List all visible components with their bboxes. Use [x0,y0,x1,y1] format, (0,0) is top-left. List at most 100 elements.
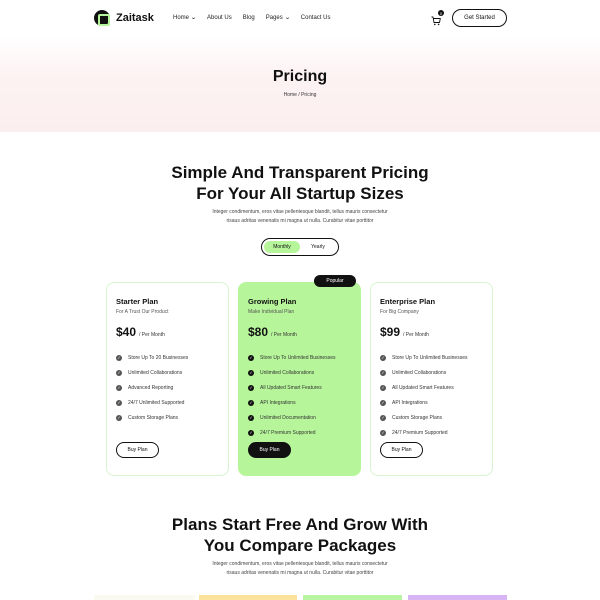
plan-name: Growing Plan [248,297,297,306]
cart-count-badge: 0 [438,10,444,16]
buy-plan-button[interactable]: Buy Plan [248,442,291,458]
feature-item: ✓ All Updated Smart Features [380,380,482,395]
feature-list: ✓ Store Up To Unlimited Businesses ✓ Unlim… [380,350,482,440]
packages-title-line: You Compare Packages [203,536,397,555]
feature-item: ✓ API Integrations [248,395,350,410]
package-column-header [199,595,297,600]
feature-item: ✓ Store Up To Unlimited Businesses [380,350,482,365]
plan-subtitle: For A Trust Our Product [116,309,169,315]
popular-badge: Popular [314,275,356,287]
check-icon: ✓ [248,399,254,406]
check-icon: ✓ [380,399,386,406]
feature-label: All Updated Smart Features [260,384,322,391]
pricing-section-title: Simple And Transparent Pricing For Your … [0,162,600,204]
nav-label: Contact Us [300,14,331,21]
feature-list: ✓ Store Up To 20 Businesses ✓ Unlimited Co… [116,350,218,425]
nav-item-about-us[interactable]: About Us [207,14,232,21]
pricing-desc-line: risaus adritas venenatis mi magna ut nul… [226,218,374,224]
check-icon: ✓ [248,384,254,391]
feature-item: ✓ All Updated Smart Features [248,380,350,395]
buy-plan-button[interactable]: Buy Plan [116,442,159,458]
cart-icon [431,16,441,26]
feature-label: Custom Storage Plans [128,414,179,421]
plan-subtitle: For Big Company [380,309,419,315]
plan-price: $80 [248,325,269,339]
feature-label: 24/7 Premium Supported [392,429,448,436]
feature-label: API Integrations [392,399,428,406]
get-started-button[interactable]: Get Started [452,9,507,27]
cart-button[interactable]: 0 [431,10,444,26]
check-icon: ✓ [248,369,254,376]
nav-item-pages[interactable]: Pages ⌄ [265,14,291,22]
chevron-down-icon: ⌄ [284,15,291,21]
feature-label: Unlimited Documentation [260,414,316,421]
feature-item: ✓ 24/7 Premium Supported [380,425,482,440]
check-icon: ✓ [380,354,386,361]
nav-item-contact-us[interactable]: Contact Us [301,14,331,21]
check-icon: ✓ [116,384,122,391]
pricing-card-enterprise: Enterprise Plan For Big Company $99 / Pe… [370,282,493,476]
plan-period: / Per Month [403,332,429,338]
plan-price: $40 [116,325,137,339]
nav-label: About Us [207,14,232,21]
feature-item: ✓ 24/7 Unlimited Supported [116,395,218,410]
feature-list: ✓ Store Up To Unlimited Businesses ✓ Unlim… [248,350,350,440]
price-row: $80 / Per Month [248,325,350,339]
feature-label: Unlimited Collaborations [128,369,183,376]
nav-label: Home [173,14,190,21]
plan-name: Enterprise Plan [380,297,436,306]
feature-item: ✓ Unlimited Collaborations [248,365,350,380]
pricing-title-line: Simple And Transparent Pricing [171,163,429,182]
package-column-header [408,595,507,600]
check-icon: ✓ [380,384,386,391]
check-icon: ✓ [116,354,122,361]
check-icon: ✓ [380,414,386,421]
packages-description: Integer condimentum, eros vitae pellente… [0,560,600,578]
check-icon: ✓ [248,429,254,436]
check-icon: ✓ [380,369,386,376]
price-row: $40 / Per Month [116,325,218,339]
nav-label: Pages [265,14,283,21]
plan-period: / Per Month [139,332,165,338]
packages-section-title: Plans Start Free And Grow With You Compa… [0,514,600,556]
page-title: Pricing [272,68,328,85]
billing-toggle: Monthly Yearly [261,238,339,256]
check-icon: ✓ [380,429,386,436]
feature-item: ✓ Unlimited Collaborations [116,365,218,380]
toggle-yearly[interactable]: Yearly [300,241,336,253]
plan-name: Starter Plan [116,297,159,306]
feature-item: ✓ Unlimited Documentation [248,410,350,425]
feature-item: ✓ Custom Storage Plans [380,410,482,425]
pricing-desc-line: Integer condimentum, eros vitae pellente… [212,209,388,215]
feature-item: ✓ Advanced Reporting [116,380,218,395]
check-icon: ✓ [248,354,254,361]
page-hero: Pricing Home / Pricing [0,36,600,132]
nav-item-blog[interactable]: Blog [243,14,255,21]
feature-label: Unlimited Collaborations [392,369,447,376]
feature-item: ✓ 24/7 Premium Supported [248,425,350,440]
pricing-title-line: For Your All Startup Sizes [196,184,404,203]
feature-label: Unlimited Collaborations [260,369,315,376]
plan-price: $99 [380,325,401,339]
breadcrumb: Home / Pricing [283,92,317,98]
feature-label: 24/7 Premium Supported [260,429,316,436]
pricing-card-starter: Starter Plan For A Trust Our Product $40… [106,282,229,476]
chevron-down-icon: ⌄ [190,15,197,21]
site-header: Zaitask Home ⌄ About Us Blog Pages ⌄ Con… [0,0,600,36]
logo[interactable]: Zaitask [94,10,154,26]
feature-item: ✓ Store Up To Unlimited Businesses [248,350,350,365]
check-icon: ✓ [116,369,122,376]
feature-item: ✓ Unlimited Collaborations [380,365,482,380]
toggle-monthly[interactable]: Monthly [264,241,300,253]
feature-label: All Updated Smart Features [392,384,454,391]
buy-plan-button[interactable]: Buy Plan [380,442,423,458]
plan-subtitle: Make Individual Plan [248,309,295,315]
main-nav: Home ⌄ About Us Blog Pages ⌄ Contact Us [173,14,331,22]
packages-desc-line: Integer condimentum, eros vitae pellente… [212,561,388,567]
packages-title-line: Plans Start Free And Grow With [171,515,429,534]
nav-item-home[interactable]: Home ⌄ [173,14,197,22]
feature-item: ✓ API Integrations [380,395,482,410]
packages-desc-line: risaus adritas venenatis mi magna ut nul… [226,570,374,576]
price-row: $99 / Per Month [380,325,482,339]
brand-name: Zaitask [116,12,154,24]
